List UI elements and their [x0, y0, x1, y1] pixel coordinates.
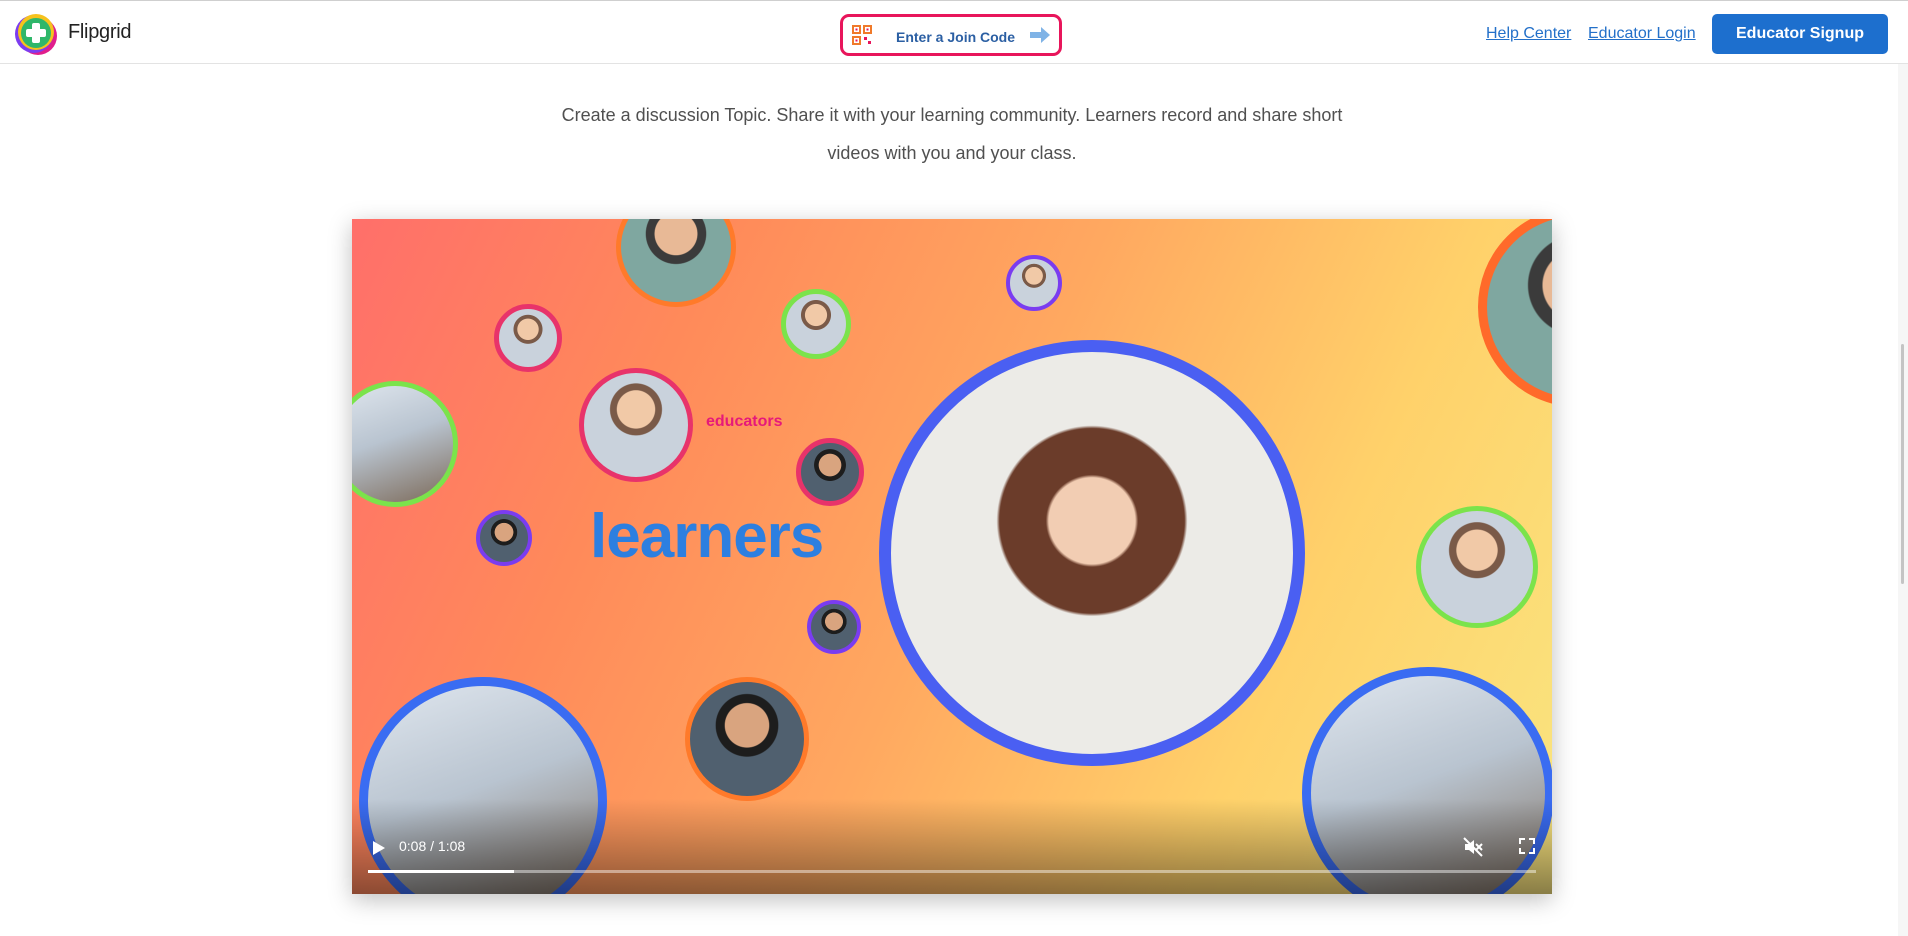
join-code-label: Enter a Join Code — [896, 29, 1016, 45]
video-time: 0:08 / 1:08 — [399, 838, 466, 854]
video-progress-bar[interactable] — [368, 870, 1536, 873]
participant-bubble — [807, 600, 861, 654]
help-center-link[interactable]: Help Center — [1486, 25, 1571, 43]
intro-line-1: Create a discussion Topic. Share it with… — [561, 105, 1343, 125]
intro-line-2: videos with you and your class. — [827, 143, 1077, 163]
participant-bubble — [352, 381, 458, 507]
page-scrollbar[interactable] — [1898, 64, 1908, 936]
participant-bubble — [579, 368, 693, 482]
educator-login-link[interactable]: Educator Login — [1588, 25, 1696, 43]
participant-bubble — [476, 510, 532, 566]
muted-speaker-icon[interactable] — [1463, 837, 1483, 862]
flipgrid-logo-icon[interactable] — [14, 12, 58, 56]
participant-bubble — [1416, 506, 1538, 628]
intro-text: Create a discussion Topic. Share it with… — [520, 96, 1384, 172]
participant-bubble — [796, 438, 864, 506]
fullscreen-icon[interactable] — [1519, 838, 1535, 859]
video-progress-fill — [368, 870, 514, 873]
featured-learner-bubble — [879, 340, 1305, 766]
educator-signup-button[interactable]: Educator Signup — [1712, 14, 1888, 54]
participant-bubble — [781, 289, 851, 359]
site-header: Flipgrid Enter a Join Code Help Center E… — [0, 0, 1908, 64]
join-code-button[interactable]: Enter a Join Code — [840, 14, 1062, 56]
video-controls-bar — [352, 799, 1552, 894]
participant-bubble — [1006, 255, 1062, 311]
arrow-right-icon — [1029, 26, 1051, 49]
learners-label: learners — [590, 502, 824, 571]
scrollbar-thumb[interactable] — [1901, 344, 1904, 584]
promo-video[interactable]: educators learners 0:08 / 1:08 — [352, 219, 1552, 894]
educators-label: educators — [706, 413, 783, 430]
participant-bubble — [494, 304, 562, 372]
brand-name[interactable]: Flipgrid — [68, 21, 131, 44]
participant-bubble — [685, 677, 809, 801]
participant-bubble — [616, 219, 736, 307]
participant-bubble — [1478, 219, 1552, 407]
play-icon[interactable] — [372, 840, 386, 861]
qr-code-icon — [852, 25, 872, 50]
